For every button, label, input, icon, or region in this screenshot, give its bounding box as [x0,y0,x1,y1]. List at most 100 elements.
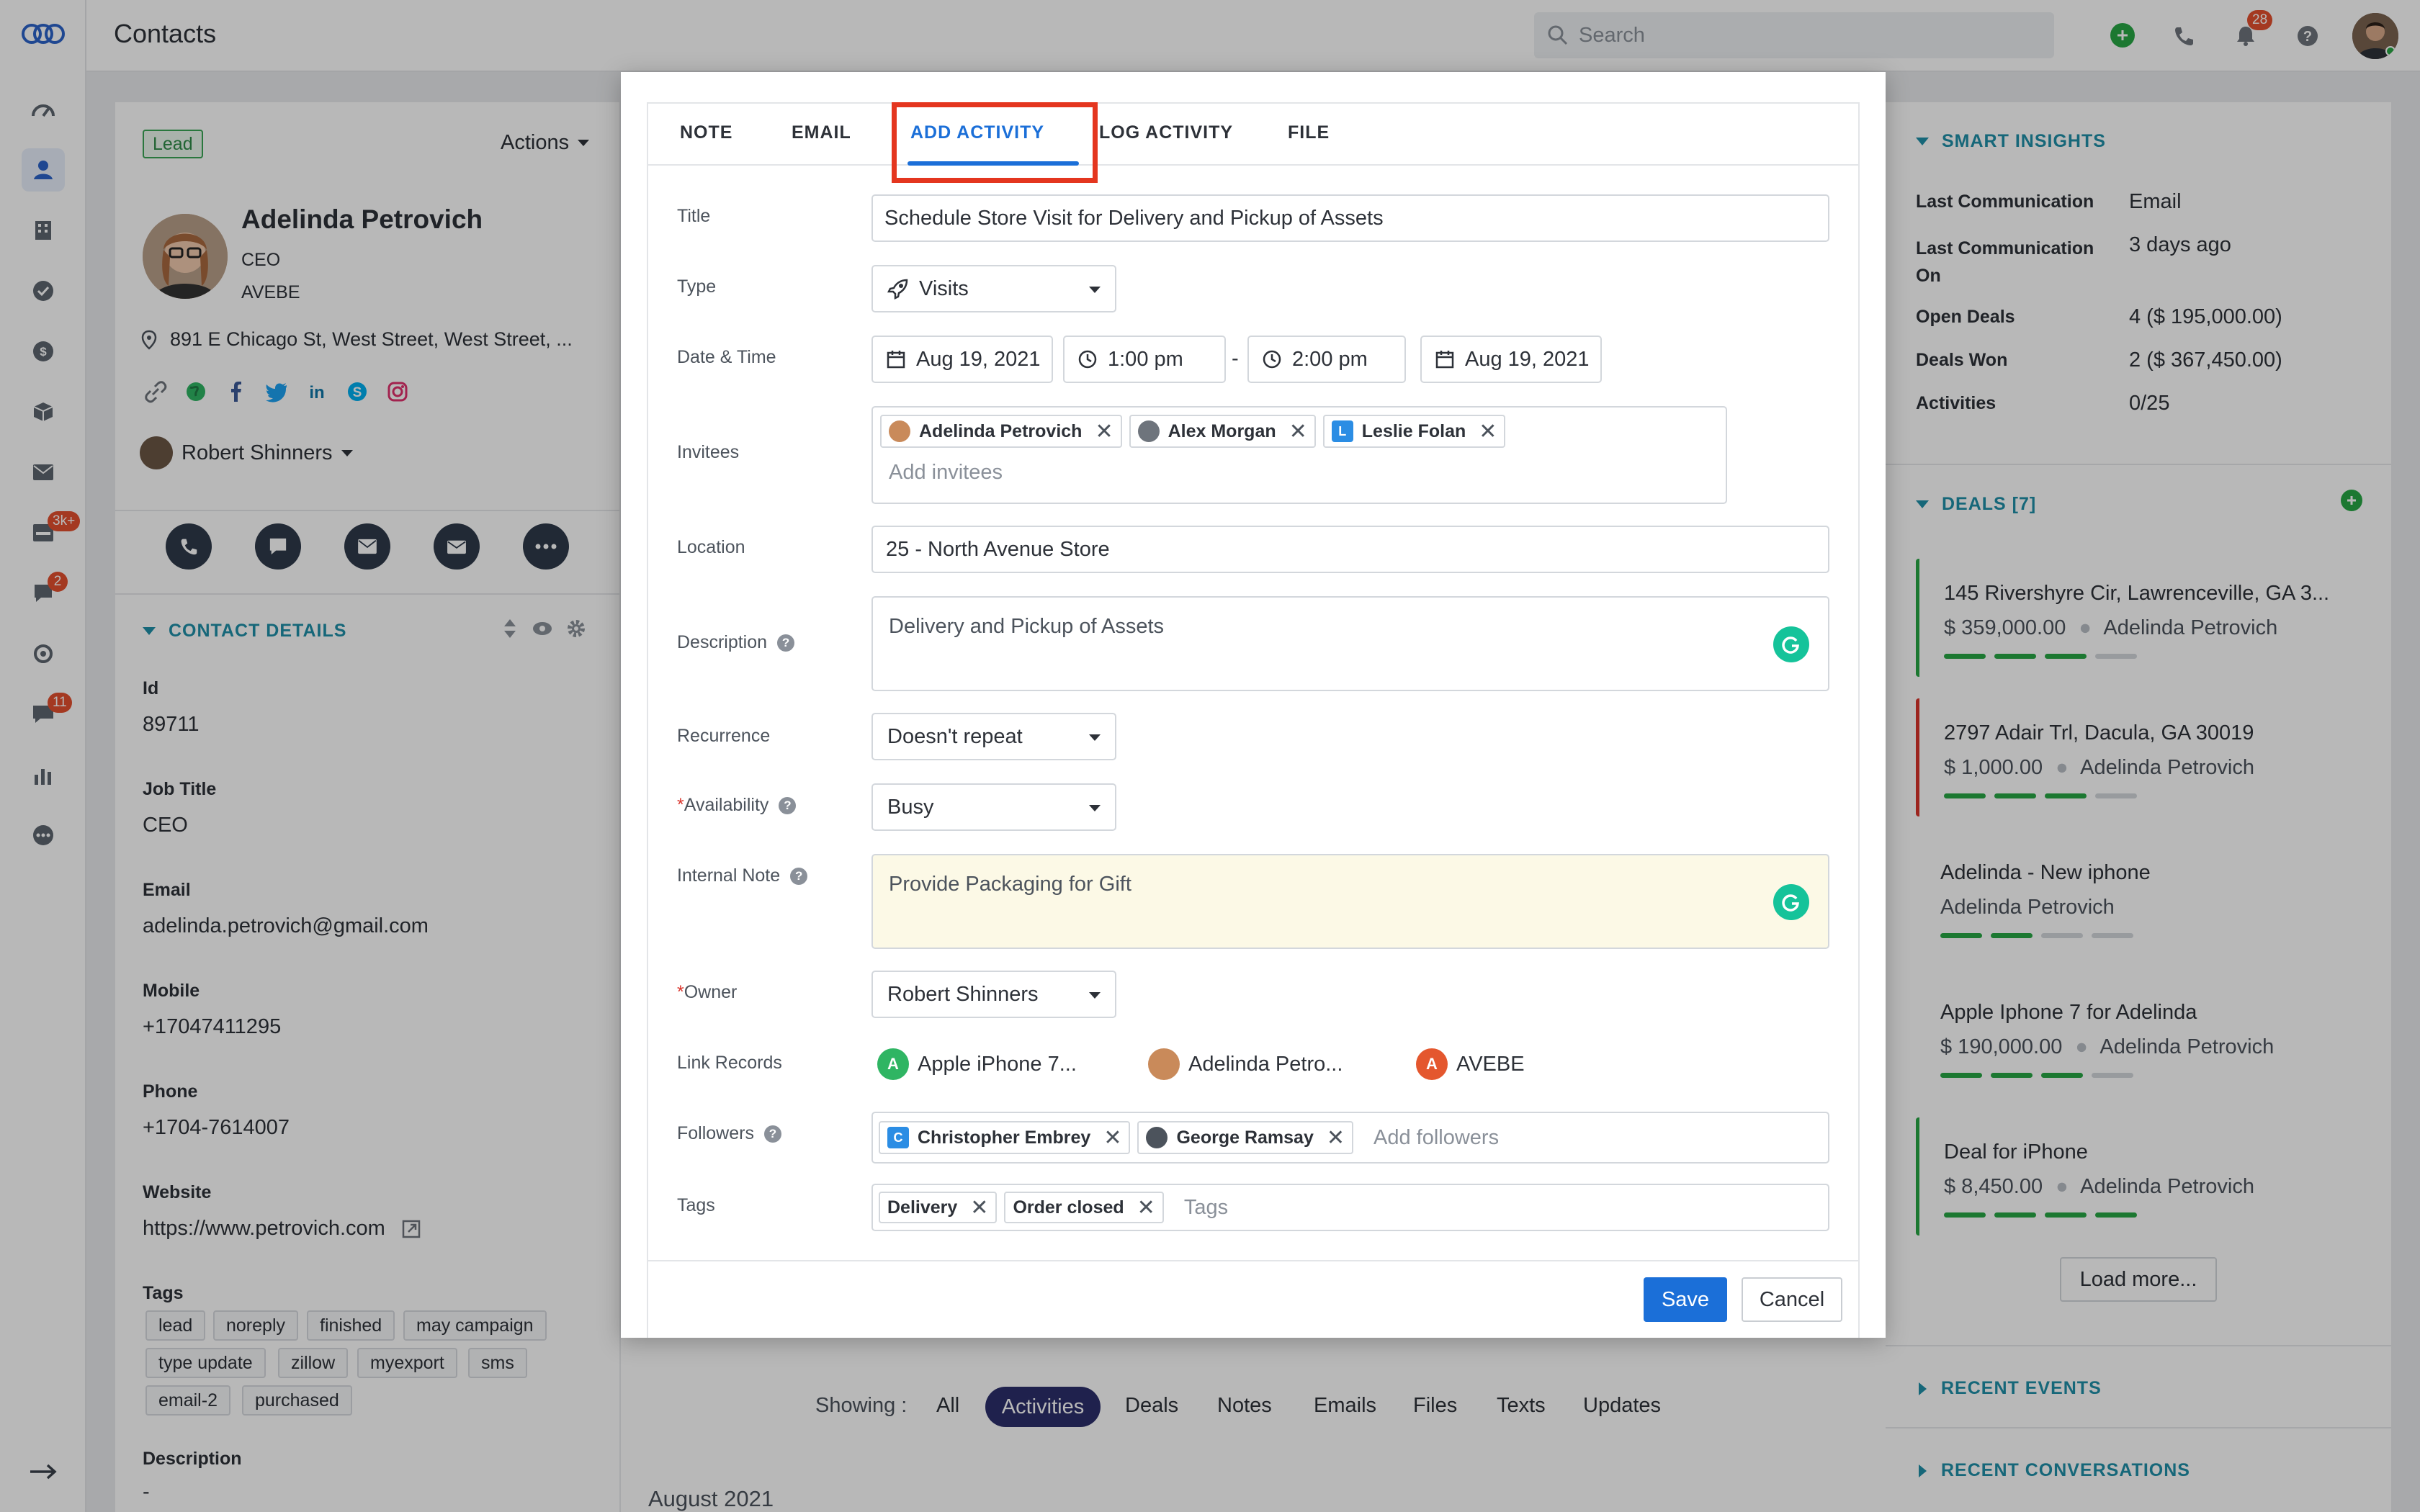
chevron-down-icon [1089,287,1101,293]
remove-icon[interactable]: ✕ [1289,419,1307,444]
cancel-button[interactable]: Cancel [1742,1277,1842,1322]
follower-chip[interactable]: C Christopher Embrey ✕ [879,1121,1131,1154]
invitee-name: Alex Morgan [1168,420,1276,441]
highlight-box [892,102,1098,183]
followers-label: Followers? [677,1123,781,1144]
required-mark: * [677,982,684,1002]
tab-file[interactable]: FILE [1288,122,1330,143]
invitee-name: Leslie Folan [1361,420,1466,441]
help-icon[interactable]: ? [790,868,808,886]
internal-note-input[interactable]: Provide Packaging for Gift [871,854,1829,949]
tags-label: Tags [677,1195,715,1215]
link-record[interactable]: A AVEBE [1416,1048,1525,1080]
recurrence-select[interactable]: Doesn't repeat [871,713,1116,760]
invitees-placeholder: Add invitees [889,461,1003,484]
footer-divider [647,1260,1860,1261]
link-record[interactable]: A Apple iPhone 7... [877,1048,1077,1080]
internal-note-label: Internal Note? [677,865,808,886]
follower-name: George Ramsay [1176,1127,1314,1148]
remove-icon[interactable]: ✕ [1327,1125,1345,1151]
availability-value: Busy [887,795,934,819]
tags-input[interactable]: Delivery ✕ Order closed ✕ Tags [871,1184,1829,1231]
follower-chip[interactable]: George Ramsay ✕ [1137,1121,1353,1154]
location-input[interactable]: 25 - North Avenue Store [871,526,1829,573]
save-button[interactable]: Save [1644,1277,1727,1322]
remove-icon[interactable]: ✕ [1103,1125,1121,1151]
remove-icon[interactable]: ✕ [1137,1195,1155,1220]
grammarly-icon[interactable] [1773,626,1809,662]
remove-icon[interactable]: ✕ [970,1195,988,1220]
tag-chip[interactable]: Delivery ✕ [879,1192,998,1223]
avatar: C [887,1127,909,1148]
end-date-input[interactable]: Aug 19, 2021 [1420,336,1602,383]
avatar [1146,1127,1168,1148]
invitee-chip[interactable]: Adelinda Petrovich ✕ [880,415,1122,448]
follower-name: Christopher Embrey [918,1127,1091,1148]
tags-placeholder: Tags [1183,1195,1229,1219]
end-time-value: 2:00 pm [1292,347,1368,371]
tag-chip[interactable]: Order closed ✕ [1004,1192,1164,1223]
avatar: A [877,1048,909,1080]
time-separator: - [1232,347,1239,370]
followers-input[interactable]: C Christopher Embrey ✕ George Ramsay ✕ Add … [871,1112,1829,1164]
invitees-label: Invitees [677,442,740,462]
recurrence-label: Recurrence [677,726,771,746]
clock-icon [1263,350,1281,369]
tab-log-activity[interactable]: LOG ACTIVITY [1099,122,1233,143]
help-icon[interactable]: ? [777,634,795,652]
type-select[interactable]: Visits [871,265,1116,312]
start-time-input[interactable]: 1:00 pm [1063,336,1226,383]
owner-value: Robert Shinners [887,982,1039,1006]
title-label: Title [677,206,711,226]
tag-name: Delivery [887,1197,958,1218]
help-icon[interactable]: ? [779,797,797,815]
location-label: Location [677,537,745,557]
followers-placeholder: Add followers [1373,1125,1500,1149]
start-date-input[interactable]: Aug 19, 2021 [871,336,1053,383]
avatar [1137,420,1160,442]
rocket-icon [887,279,908,300]
calendar-icon [887,351,905,369]
datetime-label: Date & Time [677,347,776,367]
clock-icon [1078,350,1097,369]
description-value: Delivery and Pickup of Assets [889,615,1165,638]
avatar: L [1331,420,1353,442]
internal-note-value: Provide Packaging for Gift [889,873,1131,896]
invitee-chip[interactable]: Alex Morgan ✕ [1129,415,1316,448]
help-icon[interactable]: ? [763,1125,781,1143]
remove-icon[interactable]: ✕ [1479,419,1497,444]
tab-note[interactable]: NOTE [680,122,732,143]
invitee-chips: Adelinda Petrovich ✕ Alex Morgan ✕ L Leslie… [880,415,1512,448]
invitee-chip[interactable]: L Leslie Folan ✕ [1322,415,1506,448]
avatar: A [1416,1048,1448,1080]
required-mark: * [677,795,684,815]
label-text: Owner [684,982,738,1002]
remove-icon[interactable]: ✕ [1095,419,1113,444]
end-time-input[interactable]: 2:00 pm [1247,336,1406,383]
link-record-name: AVEBE [1456,1052,1525,1076]
label-text: Internal Note [677,865,781,886]
grammarly-icon[interactable] [1773,884,1809,920]
availability-select[interactable]: Busy [871,783,1116,831]
owner-select[interactable]: Robert Shinners [871,971,1116,1018]
type-label: Type [677,276,717,297]
owner-label: *Owner [677,982,737,1003]
description-label: Description? [677,632,795,653]
link-record-name: Apple iPhone 7... [918,1052,1077,1076]
label-text: Followers [677,1123,754,1143]
chevron-down-icon [1089,805,1101,811]
location-value: 25 - North Avenue Store [886,537,1110,561]
availability-label: *Availability? [677,795,797,816]
title-input[interactable]: Schedule Store Visit for Delivery and Pi… [871,194,1829,242]
chevron-down-icon [1089,992,1101,999]
link-record[interactable]: Adelinda Petro... [1148,1048,1343,1080]
description-input[interactable]: Delivery and Pickup of Assets [871,596,1829,691]
title-value: Schedule Store Visit for Delivery and Pi… [884,206,1384,230]
avatar [1148,1048,1180,1080]
invitees-input[interactable]: Adelinda Petrovich ✕ Alex Morgan ✕ L Leslie… [871,406,1727,504]
invitee-name: Adelinda Petrovich [919,420,1083,441]
add-activity-modal: NOTE EMAIL ADD ACTIVITY LOG ACTIVITY FIL… [621,72,1886,1338]
tab-email[interactable]: EMAIL [792,122,851,143]
avatar [889,420,910,442]
chevron-down-icon [1089,734,1101,741]
